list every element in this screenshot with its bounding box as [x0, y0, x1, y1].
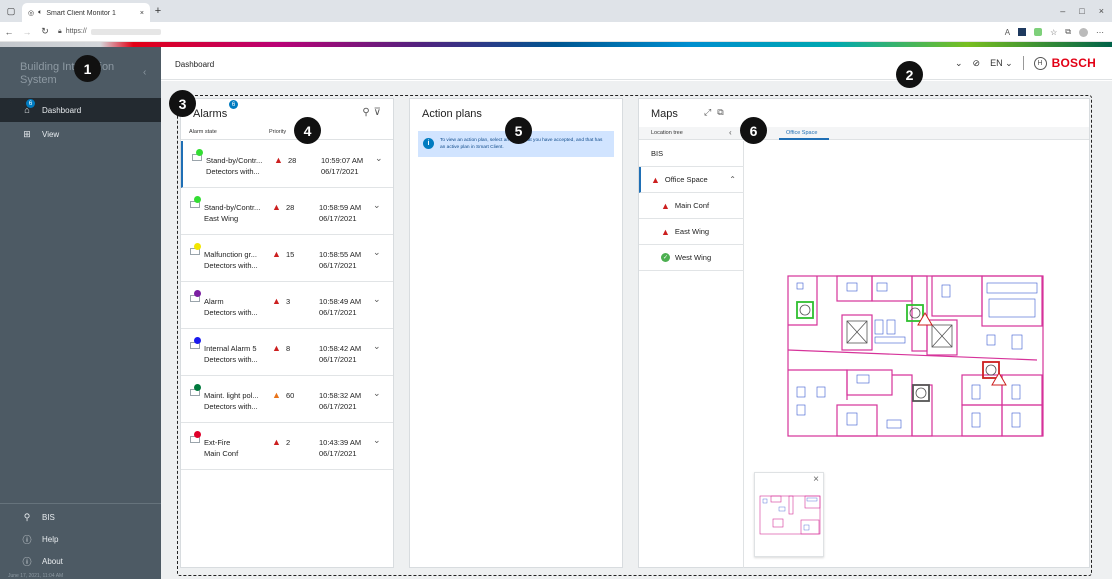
app-brand: Building Integration System: [20, 61, 115, 86]
header-divider: [1022, 56, 1024, 70]
sidebar-item-view[interactable]: ⊞ View: [0, 122, 161, 146]
sidebar-item-about[interactable]: ⓘ About: [0, 549, 161, 573]
callout-4: 4: [294, 117, 321, 144]
collapse-sidebar-icon[interactable]: ‹: [143, 67, 146, 78]
close-window-button[interactable]: ×: [1099, 6, 1104, 16]
sidebar-item-dashboard[interactable]: ⌂ 6 Dashboard: [0, 98, 161, 122]
browser-tab[interactable]: ◎ 🔈︎ Smart Client Monitor 1 ×: [22, 3, 150, 23]
reload-icon[interactable]: ↻: [36, 26, 54, 37]
extension-green-icon[interactable]: [1034, 28, 1043, 36]
forward-icon[interactable]: →: [18, 27, 36, 37]
sidebar: Building Integration System ‹ ⌂ 6 Dashboa…: [0, 47, 161, 579]
browser-tab-bar: ▢ ◎ 🔈︎ Smart Client Monitor 1 × + – □ ×: [0, 0, 1112, 23]
url-field[interactable]: 🔒︎ https://: [58, 28, 161, 36]
help-icon: ⓘ: [22, 534, 32, 545]
read-aloud-icon[interactable]: A: [1005, 28, 1010, 37]
more-icon[interactable]: ⋯: [1096, 28, 1104, 37]
tab-audio-icon[interactable]: 🔈︎: [38, 9, 42, 17]
disconnect-icon[interactable]: ⊘: [973, 58, 981, 69]
header-actions: ⌄ ⊘ EN ⌄ H BOSCH: [955, 56, 1096, 70]
tab-close-icon[interactable]: ×: [140, 10, 144, 17]
callout-3: 3: [169, 90, 196, 117]
sidebar-item-label: Help: [42, 534, 59, 544]
favorites-icon[interactable]: ☆: [1050, 28, 1057, 37]
profile-avatar[interactable]: [1079, 27, 1088, 37]
back-icon[interactable]: ←: [0, 27, 18, 37]
lock-icon: 🔒︎: [58, 27, 62, 35]
breadcrumb: Dashboard: [175, 60, 215, 69]
sidebar-timestamp: June 17, 2021, 11:04 AM: [8, 573, 64, 579]
minimize-button[interactable]: –: [1060, 6, 1065, 16]
callout-1: 1: [74, 55, 101, 82]
home-icon: ⌂ 6: [22, 99, 35, 115]
bosch-wordmark: BOSCH: [1051, 56, 1096, 70]
sidebar-item-bis[interactable]: ⚲ BIS: [0, 505, 161, 529]
user-icon: ⚲: [23, 511, 31, 522]
sidebar-item-label: About: [42, 556, 63, 566]
tab-site-icon: ◎: [28, 10, 35, 17]
app-header: Dashboard ⌄ ⊘ EN ⌄ H BOSCH: [161, 47, 1112, 80]
sidebar-item-help[interactable]: ⓘ Help: [0, 527, 161, 551]
language-label: EN: [990, 57, 1003, 68]
callout-2: 2: [896, 61, 923, 88]
chevron-down-icon[interactable]: ⌄: [955, 58, 963, 69]
tab-title: Smart Client Monitor 1: [46, 9, 116, 17]
dashboard-area-outline: [177, 95, 1092, 576]
maximize-button[interactable]: □: [1079, 6, 1084, 16]
callout-5: 5: [505, 117, 532, 144]
new-tab-button[interactable]: +: [150, 5, 166, 17]
extension-icon[interactable]: [1018, 28, 1027, 36]
grid-icon: ⊞: [23, 128, 31, 139]
bosch-logo: H BOSCH: [1033, 56, 1096, 70]
browser-toolbar-icons: A ☆ ⧉ ⋯: [1005, 22, 1104, 42]
sidebar-item-label: Dashboard: [42, 105, 82, 115]
address-bar: ← → ↻ 🔒︎ https:// A ☆ ⧉ ⋯: [0, 22, 1112, 42]
info-icon: ⓘ: [22, 556, 32, 567]
sidebar-item-label: BIS: [42, 512, 55, 522]
language-selector[interactable]: EN ⌄: [990, 58, 1013, 69]
sidebar-divider: [0, 503, 161, 504]
url-redacted: [90, 28, 161, 35]
collections-icon[interactable]: ⧉: [1065, 27, 1071, 37]
window-menu-icon[interactable]: ▢: [0, 0, 22, 22]
url-text: https://: [65, 28, 87, 35]
dashboard-badge: 6: [26, 99, 35, 108]
bosch-armature-icon: H: [1033, 56, 1047, 70]
sidebar-item-label: View: [42, 129, 60, 139]
window-controls: – □ ×: [1060, 0, 1104, 22]
callout-6: 6: [740, 117, 767, 144]
